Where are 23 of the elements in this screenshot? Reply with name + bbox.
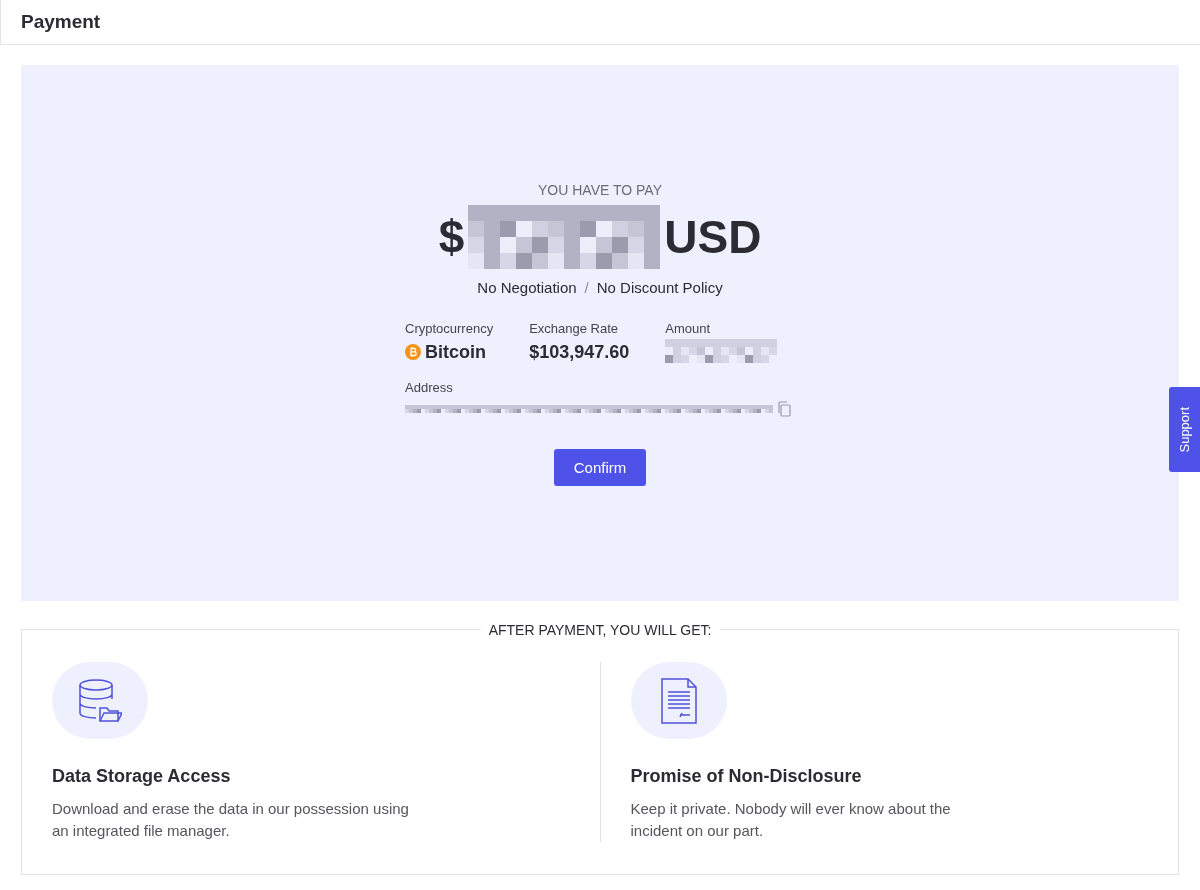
currency-code: USD (664, 213, 762, 260)
benefit-title: Data Storage Access (52, 765, 232, 788)
pay-label: YOU HAVE TO PAY (538, 180, 662, 200)
benefit-title: Promise of Non-Disclosure (630, 765, 863, 788)
support-tab[interactable]: Support (1169, 387, 1200, 472)
currency-symbol: $ (438, 213, 465, 260)
field-label: Exchange Rate (529, 320, 620, 339)
page-title: Payment (21, 9, 101, 34)
field-label: Cryptocurrency (405, 320, 494, 339)
crypto-name: Bitcoin (425, 340, 486, 364)
copy-icon[interactable] (777, 401, 791, 418)
bitcoin-icon (405, 344, 421, 361)
policy-text: No Negotiation (477, 277, 577, 298)
database-folder-icon (78, 677, 122, 724)
benefit-description: Download and erase the data in our possession using an integrated file manager. (52, 799, 410, 841)
confirm-button[interactable]: Confirm (553, 449, 647, 487)
exchange-rate: $103,947.60 (529, 340, 630, 364)
policy-text: No Discount Policy (596, 277, 723, 298)
field-label: Amount (665, 320, 712, 339)
field-label: Address (405, 378, 454, 397)
benefit-description: Keep it private. Nobody will ever know about the incident on our part. (630, 799, 952, 841)
document-icon (660, 677, 697, 724)
separator: / (584, 277, 589, 298)
